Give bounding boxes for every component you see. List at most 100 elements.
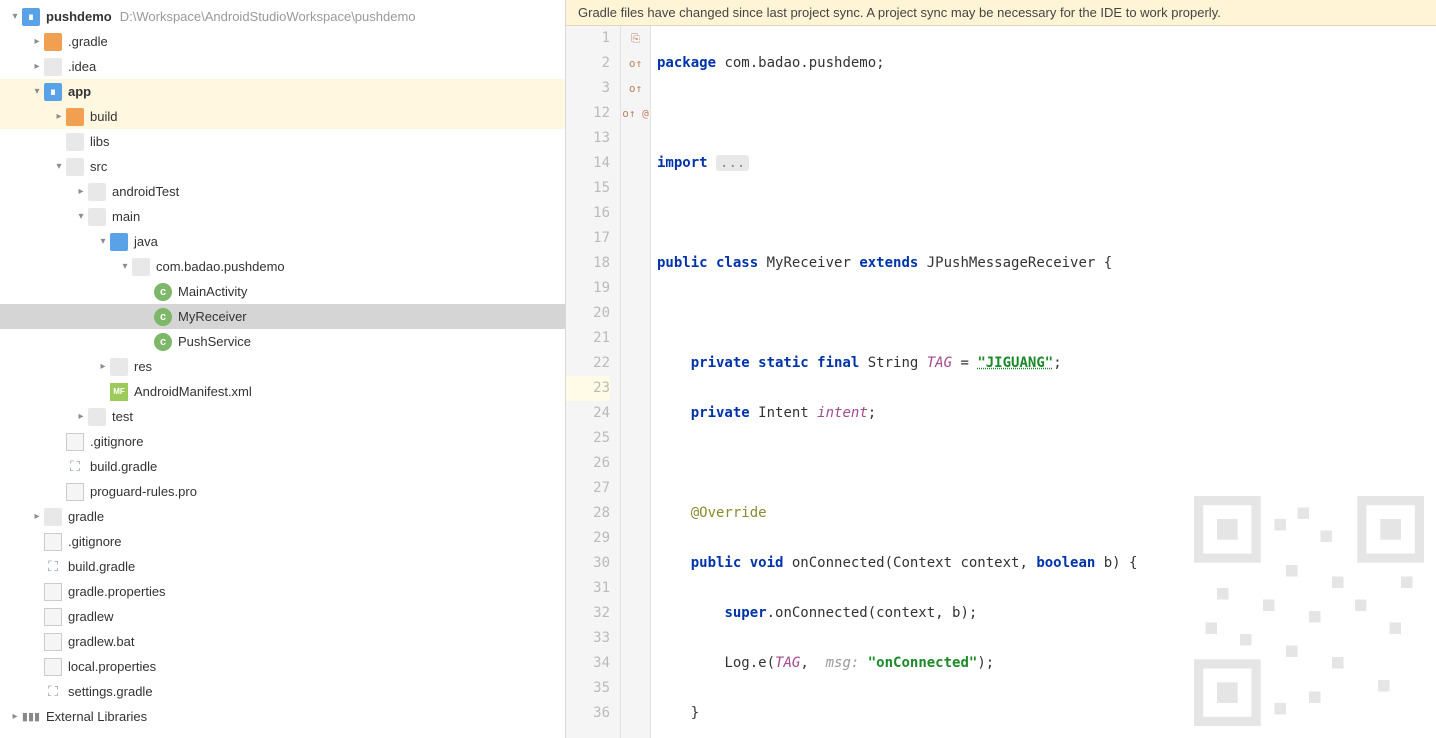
tree-label: app	[68, 84, 91, 99]
chevron-right-icon[interactable]	[30, 61, 44, 72]
tree-item-package[interactable]: com.badao.pushdemo	[0, 254, 565, 279]
code-token: onConnected(Context context,	[783, 555, 1036, 571]
tree-label: src	[88, 159, 107, 174]
chevron-right-icon[interactable]	[52, 111, 66, 122]
tree-item-gradlew-bat[interactable]: gradlew.bat	[0, 629, 565, 654]
libraries-icon: ▮▮▮	[22, 708, 40, 726]
tree-label: test	[110, 409, 133, 424]
tree-label: androidTest	[110, 184, 179, 199]
tree-label: External Libraries	[44, 709, 147, 724]
chevron-right-icon[interactable]	[30, 511, 44, 522]
folder-icon	[88, 183, 106, 201]
tree-item-myreceiver[interactable]: c MyReceiver	[0, 304, 565, 329]
tree-item-build[interactable]: build	[0, 104, 565, 129]
tree-label: .gitignore	[88, 434, 143, 449]
tree-label: com.badao.pushdemo	[154, 259, 285, 274]
code-token: super	[724, 605, 766, 621]
code-token: b) {	[1095, 555, 1137, 571]
gradle-icon: ⛶	[44, 683, 62, 701]
tree-item-idea[interactable]: .idea	[0, 54, 565, 79]
code-token: MyReceiver	[758, 255, 859, 271]
tree-item-libs[interactable]: libs	[0, 129, 565, 154]
tree-item-build-gradle-app[interactable]: ⛶ build.gradle	[0, 454, 565, 479]
folder-icon	[44, 33, 62, 51]
tree-label: build.gradle	[88, 459, 157, 474]
tree-label: local.properties	[66, 659, 156, 674]
tree-item-local-properties[interactable]: local.properties	[0, 654, 565, 679]
folder-icon	[66, 158, 84, 176]
tree-label: gradlew	[66, 609, 114, 624]
code-token: TAG	[775, 655, 800, 671]
chevron-right-icon[interactable]	[74, 186, 88, 197]
tree-item-test[interactable]: test	[0, 404, 565, 429]
class-icon: c	[154, 283, 172, 301]
source-folder-icon	[110, 233, 128, 251]
tree-item-res[interactable]: res	[0, 354, 565, 379]
code-content[interactable]: package com.badao.pushdemo; import ... p…	[651, 26, 1436, 738]
code-token: "onConnected"	[859, 655, 977, 671]
tree-label: .gradle	[66, 34, 108, 49]
code-token: }	[691, 705, 699, 721]
chevron-down-icon[interactable]	[74, 211, 88, 222]
fold-placeholder[interactable]: ...	[716, 155, 749, 171]
chevron-down-icon[interactable]	[96, 236, 110, 247]
code-token: ;	[1053, 355, 1061, 371]
code-token: TAG	[927, 355, 952, 371]
folder-icon	[88, 208, 106, 226]
tree-label: AndroidManifest.xml	[132, 384, 252, 399]
code-token: .onConnected(context, b);	[767, 605, 978, 621]
root-path: D:\Workspace\AndroidStudioWorkspace\push…	[120, 9, 416, 24]
chevron-down-icon[interactable]	[52, 161, 66, 172]
tree-root[interactable]: ∎ pushdemoD:\Workspace\AndroidStudioWork…	[0, 4, 565, 29]
code-token: import	[657, 155, 708, 171]
code-token: ,	[800, 655, 825, 671]
tree-item-mainactivity[interactable]: c MainActivity	[0, 279, 565, 304]
code-token: extends	[859, 255, 918, 271]
code-token: );	[977, 655, 994, 671]
tree-item-external-libraries[interactable]: ▮▮▮ External Libraries	[0, 704, 565, 729]
tree-item-src[interactable]: src	[0, 154, 565, 179]
tree-item-app[interactable]: ∎ app	[0, 79, 565, 104]
tree-label: build	[88, 109, 117, 124]
chevron-down-icon[interactable]	[30, 86, 44, 97]
chevron-right-icon[interactable]	[8, 711, 22, 722]
code-token: @Override	[691, 505, 767, 521]
tree-label: res	[132, 359, 152, 374]
code-token: String	[859, 355, 926, 371]
chevron-down-icon[interactable]	[8, 11, 22, 22]
tree-item-java[interactable]: java	[0, 229, 565, 254]
tree-item-gradle-dir[interactable]: gradle	[0, 504, 565, 529]
project-tree[interactable]: ∎ pushdemoD:\Workspace\AndroidStudioWork…	[0, 0, 566, 738]
tree-item-gradlew[interactable]: gradlew	[0, 604, 565, 629]
tree-item-proguard[interactable]: proguard-rules.pro	[0, 479, 565, 504]
tree-label: proguard-rules.pro	[88, 484, 197, 499]
folder-icon	[66, 108, 84, 126]
file-icon	[44, 633, 62, 651]
tree-item-gitignore-root[interactable]: .gitignore	[0, 529, 565, 554]
folder-icon	[44, 508, 62, 526]
package-icon	[132, 258, 150, 276]
tree-item-manifest[interactable]: MF AndroidManifest.xml	[0, 379, 565, 404]
tree-item-build-gradle-root[interactable]: ⛶ build.gradle	[0, 554, 565, 579]
tree-item-gitignore-app[interactable]: .gitignore	[0, 429, 565, 454]
chevron-right-icon[interactable]	[30, 36, 44, 47]
code-token: public void	[691, 555, 784, 571]
tree-label: gradle.properties	[66, 584, 166, 599]
tree-item-pushservice[interactable]: c PushService	[0, 329, 565, 354]
code-editor[interactable]: 1231213141516171819202122232425262728293…	[566, 26, 1436, 738]
tree-item-gradle-hidden[interactable]: .gradle	[0, 29, 565, 54]
tree-item-androidtest[interactable]: androidTest	[0, 179, 565, 204]
tree-item-settings-gradle[interactable]: ⛶ settings.gradle	[0, 679, 565, 704]
chevron-right-icon[interactable]	[96, 361, 110, 372]
chevron-right-icon[interactable]	[74, 411, 88, 422]
class-icon: c	[154, 333, 172, 351]
chevron-down-icon[interactable]	[118, 261, 132, 272]
tree-item-main[interactable]: main	[0, 204, 565, 229]
tree-label: libs	[88, 134, 110, 149]
code-token: intent	[817, 405, 868, 421]
tree-item-gradle-properties[interactable]: gradle.properties	[0, 579, 565, 604]
tree-label: gradlew.bat	[66, 634, 135, 649]
file-icon	[66, 433, 84, 451]
tree-label: main	[110, 209, 140, 224]
sync-banner[interactable]: Gradle files have changed since last pro…	[566, 0, 1436, 26]
